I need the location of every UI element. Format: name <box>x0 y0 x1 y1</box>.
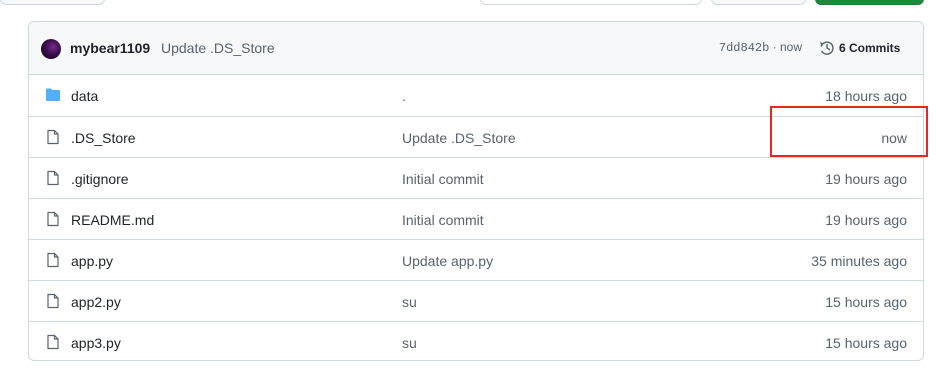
file-list: data . 18 hours ago .DS_Store Update .DS… <box>29 75 923 360</box>
file-name[interactable]: app3.py <box>71 335 121 351</box>
file-icon <box>47 334 59 350</box>
file-icon <box>47 170 59 186</box>
file-row-app-py[interactable]: app.py Update app.py 35 minutes ago <box>29 239 923 280</box>
file-updated-time: 15 hours ago <box>825 335 907 351</box>
file-name[interactable]: .DS_Store <box>71 130 136 146</box>
file-updated-time: 19 hours ago <box>825 171 907 187</box>
file-updated-time: now <box>881 130 907 146</box>
file-row-readme[interactable]: README.md Initial commit 19 hours ago <box>29 198 923 239</box>
file-commit-message[interactable]: . <box>402 88 406 104</box>
file-icon <box>47 293 59 309</box>
add-file-button[interactable] <box>711 0 806 5</box>
file-name[interactable]: app.py <box>71 253 113 269</box>
file-updated-time: 19 hours ago <box>825 212 907 228</box>
commits-history-link[interactable]: 6 Commits <box>819 38 900 58</box>
commit-meta: 7dd842b · now <box>718 40 802 55</box>
commits-count: 6 Commits <box>839 41 901 55</box>
clock-icon <box>820 41 834 55</box>
file-row-ds-store[interactable]: .DS_Store Update .DS_Store now <box>29 116 923 157</box>
folder-icon <box>46 88 60 101</box>
file-commit-message[interactable]: Initial commit <box>402 212 484 228</box>
commit-message[interactable]: Update .DS_Store <box>161 40 275 56</box>
file-updated-time: 35 minutes ago <box>811 253 907 269</box>
file-browser: mybear1109 Update .DS_Store 7dd842b · no… <box>28 21 924 361</box>
commit-time: now <box>779 40 802 54</box>
file-row-app3-py[interactable]: app3.py su 15 hours ago <box>29 321 923 360</box>
file-name[interactable]: data <box>71 88 98 104</box>
commit-hash[interactable]: 7dd842b <box>719 41 769 55</box>
latest-commit-bar: mybear1109 Update .DS_Store 7dd842b · no… <box>29 22 923 75</box>
file-name[interactable]: README.md <box>71 212 154 228</box>
file-commit-message[interactable]: su <box>402 294 417 310</box>
file-commit-message[interactable]: su <box>402 335 417 351</box>
file-commit-message[interactable]: Update .DS_Store <box>402 130 516 146</box>
top-left-button[interactable] <box>0 0 105 5</box>
file-row-app2-py[interactable]: app2.py su 15 hours ago <box>29 280 923 321</box>
file-icon <box>47 211 59 227</box>
file-name[interactable]: app2.py <box>71 294 121 310</box>
file-icon <box>47 252 59 268</box>
file-icon <box>47 129 59 145</box>
file-row-data[interactable]: data . 18 hours ago <box>29 75 923 116</box>
file-commit-message[interactable]: Initial commit <box>402 171 484 187</box>
file-updated-time: 18 hours ago <box>825 88 907 104</box>
file-updated-time: 15 hours ago <box>825 294 907 310</box>
file-row-gitignore[interactable]: .gitignore Initial commit 19 hours ago <box>29 157 923 198</box>
avatar[interactable] <box>41 39 61 59</box>
code-button[interactable] <box>815 0 924 5</box>
go-to-file-input[interactable] <box>480 0 702 5</box>
file-commit-message[interactable]: Update app.py <box>402 253 493 269</box>
file-name[interactable]: .gitignore <box>71 171 129 187</box>
commit-author[interactable]: mybear1109 <box>70 40 150 56</box>
